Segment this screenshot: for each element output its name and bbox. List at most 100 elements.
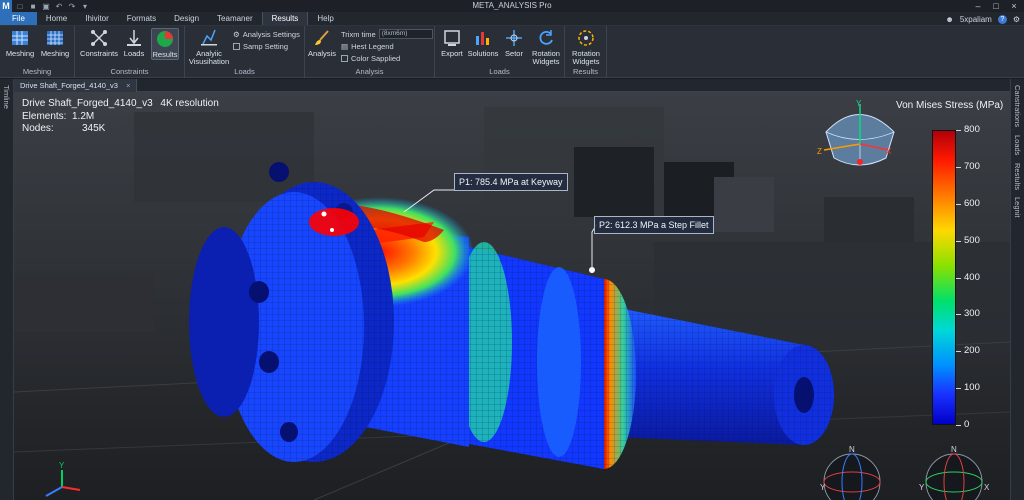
- legend-tick-mark: [956, 240, 961, 242]
- rotate-icon: [539, 30, 553, 45]
- legend-tick-label: 500: [964, 234, 980, 246]
- right-side-panel: Canstrations Loads Restults Legnit: [1010, 79, 1024, 500]
- analysis-button[interactable]: Analysis: [307, 28, 337, 58]
- svg-text:Y: Y: [59, 461, 65, 470]
- side-tab-loads[interactable]: Loads: [1013, 135, 1022, 155]
- ribbon-group-label: Constraints: [110, 67, 149, 76]
- tab-results[interactable]: Results: [261, 12, 309, 25]
- side-tab-constraints[interactable]: Canstrations: [1013, 85, 1022, 127]
- hest-legend-option[interactable]: ▤ Hest Legend: [341, 42, 394, 51]
- move-icon: [506, 30, 522, 46]
- tab-teamaner[interactable]: Teamaner: [208, 12, 262, 25]
- user-icon[interactable]: ☻: [945, 15, 953, 24]
- ribbon-group-analysis: Analysis Trixm time (8xm6m) ▤ Hest Legend…: [305, 26, 435, 78]
- settings-icon: ⚙: [233, 30, 240, 39]
- tab-design[interactable]: Design: [165, 12, 208, 25]
- model-resolution: 4K resolution: [160, 98, 219, 109]
- nodes-row: Nodes: 345K: [22, 123, 106, 134]
- elements-value: 1.2M: [72, 110, 95, 122]
- color-supplied-option[interactable]: Color Sapplied: [341, 54, 400, 63]
- legend-tick-label: 700: [964, 160, 980, 172]
- gizmo-n-label: N: [849, 445, 855, 454]
- legend-tick-label: 200: [964, 345, 980, 357]
- close-tab-icon[interactable]: ×: [126, 81, 130, 90]
- export-button[interactable]: Export: [439, 28, 465, 58]
- close-button[interactable]: ×: [1006, 0, 1022, 12]
- checkbox-icon: [341, 55, 348, 62]
- brush-icon: [315, 30, 329, 45]
- legend-tick-mark: [956, 166, 961, 168]
- ribbon-group-label: Analysis: [355, 67, 384, 76]
- folder-icon[interactable]: □: [15, 1, 25, 11]
- ribbon: Meshing Meshing Meshing Constraints Load…: [0, 26, 1024, 78]
- ribbon-group-loads-2: Export Solutions Setor Rotation Widgets …: [435, 26, 565, 78]
- side-tab-legend[interactable]: Legnit: [1013, 197, 1022, 217]
- legend-tick-mark: [956, 388, 961, 390]
- legend-tick-label: 0: [964, 419, 970, 430]
- analytic-visualization-button[interactable]: Analyiic Visusihation: [187, 28, 231, 66]
- undo-icon[interactable]: ↶: [54, 1, 64, 11]
- ribbon-group-results: Rotation Widgets Results: [565, 26, 607, 78]
- solutions-button[interactable]: Solutions: [467, 28, 499, 58]
- model-title-row: Drive Shaft_Forged_4140_v3 4K resolution: [22, 98, 219, 111]
- legend-tick-mark: [956, 277, 961, 279]
- gizmo-n-label: N: [951, 445, 957, 454]
- meshing-button-2[interactable]: Meshing: [38, 28, 72, 58]
- minimize-button[interactable]: –: [970, 0, 986, 12]
- callout-keyway[interactable]: P1: 785.4 MPa at Keyway: [454, 173, 568, 191]
- viewport-scene: Y Z X Y Y N Y X N: [14, 92, 1010, 500]
- title-bar: M □ ■ ▣ ↶ ↷ ▾ META_ANALYSIS Pro – □ ×: [0, 0, 1024, 12]
- window-title: META_ANALYSIS Pro: [472, 1, 552, 10]
- axis-z-label: Z: [817, 147, 822, 156]
- trim-time-dropdown[interactable]: (8xm6m): [378, 29, 433, 39]
- model-info-panel: Drive Shaft_Forged_4140_v3 4K resolution…: [22, 98, 219, 136]
- ribbon-group-loads: Analyiic Visusihation ⚙ Analysis Settings…: [185, 26, 305, 78]
- dropdown-icon[interactable]: ▾: [80, 1, 90, 11]
- pie-chart-icon: [157, 31, 173, 47]
- gizmo-y-label: Y: [919, 483, 925, 492]
- tab-help[interactable]: Help: [308, 12, 342, 25]
- legend-tick-label: 300: [964, 308, 980, 320]
- legend-tick-mark: [956, 130, 961, 131]
- ribbon-group-meshing: Meshing Meshing Meshing: [0, 26, 75, 78]
- ribbon-group-label: Results: [572, 67, 598, 76]
- setor-button[interactable]: Setor: [501, 28, 527, 58]
- export-icon: [444, 30, 460, 46]
- gizmo-y-label: Y: [820, 483, 826, 492]
- user-area: ☻ 5xpaliam ? ⚙: [945, 12, 1020, 26]
- constraints-button[interactable]: Constraints: [79, 28, 119, 58]
- bar-chart-icon: [476, 32, 489, 45]
- meshing-button-1[interactable]: Meshing: [4, 28, 36, 58]
- redo-icon[interactable]: ↷: [67, 1, 77, 11]
- ribbon-group-label: Loads: [489, 67, 510, 76]
- axis-x-label: X: [886, 147, 892, 156]
- print-icon[interactable]: ▣: [41, 1, 51, 11]
- tab-home[interactable]: Home: [37, 12, 76, 25]
- legend-tick-label: 400: [964, 271, 980, 283]
- 3d-viewport[interactable]: Y Z X Y Y N Y X N Drive Shaft_Forged_414…: [14, 92, 1010, 500]
- tab-file[interactable]: File: [0, 12, 37, 25]
- side-tab-timeline[interactable]: Timline: [2, 85, 11, 109]
- side-tab-results[interactable]: Restults: [1013, 163, 1022, 190]
- loads-button[interactable]: Loads: [121, 28, 147, 58]
- settings-icon[interactable]: ⚙: [1013, 15, 1020, 24]
- rotation-widgets-button-1[interactable]: Rotation Widgets: [529, 28, 563, 66]
- tab-monitor[interactable]: Ihivitor: [76, 12, 118, 25]
- legend-tick-label: 600: [964, 197, 980, 209]
- left-side-panel: Timline: [0, 79, 14, 500]
- analysis-settings-option[interactable]: ⚙ Analysis Settings: [233, 30, 300, 39]
- save-icon[interactable]: ■: [28, 1, 38, 11]
- checkbox-icon: [233, 43, 240, 50]
- results-button[interactable]: Results: [151, 28, 179, 60]
- samp-setting-option[interactable]: Samp Setting: [233, 42, 288, 51]
- maximize-button[interactable]: □: [988, 0, 1004, 12]
- tab-formats[interactable]: Formats: [118, 12, 165, 25]
- legend-tick-mark: [956, 314, 961, 316]
- rotation-widgets-button-2[interactable]: Rotation Widgets: [568, 28, 604, 66]
- document-tab[interactable]: Drive Shaft_Forged_4140_v3 ×: [14, 79, 138, 92]
- callout-step-fillet[interactable]: P2: 612.3 MPa a Step Fillet: [594, 216, 714, 234]
- help-icon[interactable]: ?: [997, 14, 1007, 24]
- legend-color-bar: [932, 130, 956, 425]
- user-name[interactable]: 5xpaliam: [960, 15, 992, 24]
- legend-tick-mark: [956, 425, 961, 426]
